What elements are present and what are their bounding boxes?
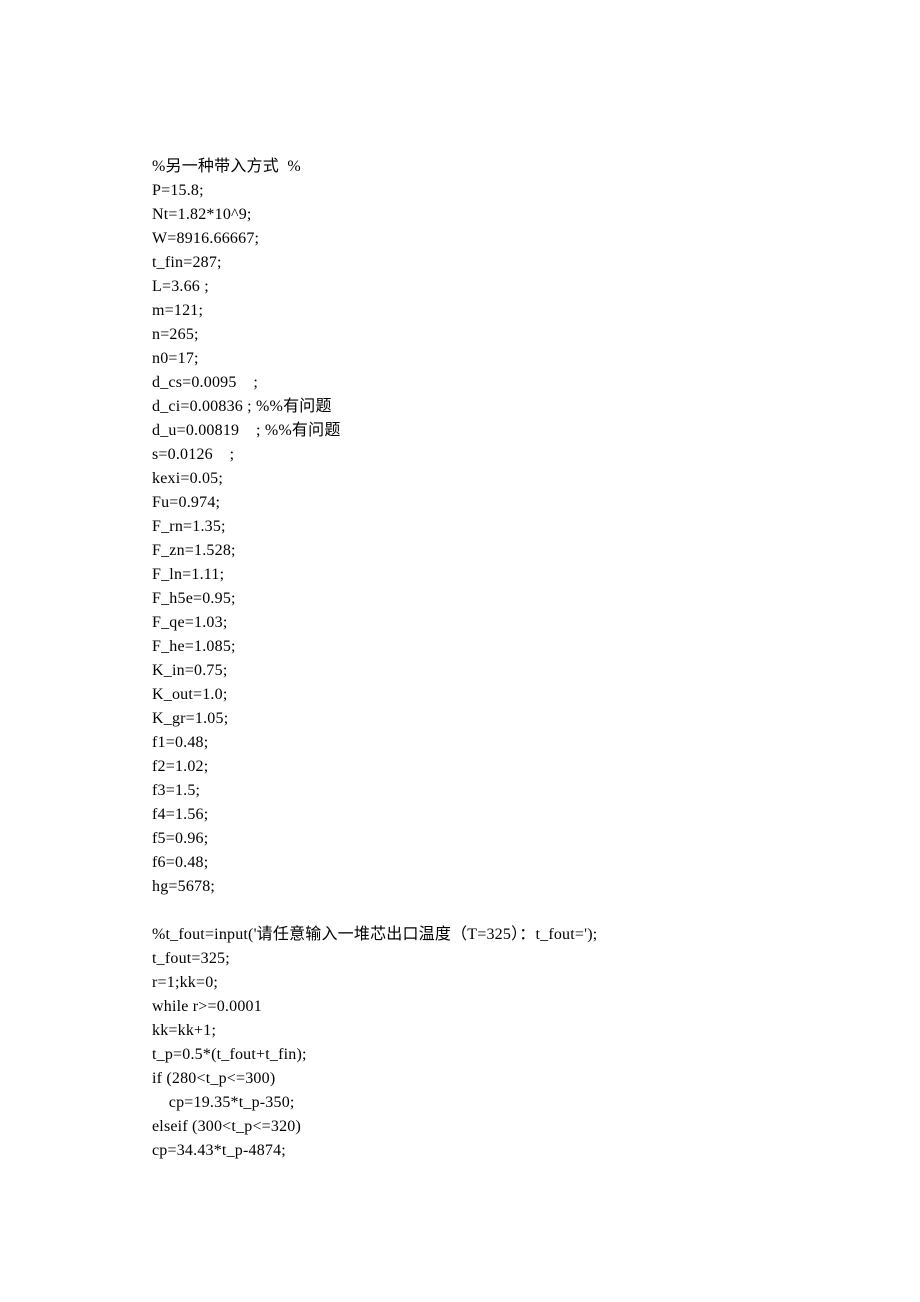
code-line: elseif (300<t_p<=320) [152, 1115, 920, 1139]
code-block: %另一种带入方式 %P=15.8;Nt=1.82*10^9;W=8916.666… [152, 155, 920, 1163]
code-line: K_out=1.0; [152, 683, 920, 707]
code-line: t_fin=287; [152, 251, 920, 275]
code-line: t_p=0.5*(t_fout+t_fin); [152, 1043, 920, 1067]
code-line: d_cs=0.0095 ; [152, 371, 920, 395]
code-line: kexi=0.05; [152, 467, 920, 491]
code-line: Nt=1.82*10^9; [152, 203, 920, 227]
code-line: s=0.0126 ; [152, 443, 920, 467]
code-line: f6=0.48; [152, 851, 920, 875]
code-line: Fu=0.974; [152, 491, 920, 515]
code-line: L=3.66 ; [152, 275, 920, 299]
code-line: K_gr=1.05; [152, 707, 920, 731]
code-line: f2=1.02; [152, 755, 920, 779]
code-line: F_rn=1.35; [152, 515, 920, 539]
code-line: P=15.8; [152, 179, 920, 203]
code-line: F_ln=1.11; [152, 563, 920, 587]
code-line: n0=17; [152, 347, 920, 371]
code-line: f5=0.96; [152, 827, 920, 851]
code-line: if (280<t_p<=300) [152, 1067, 920, 1091]
code-line: d_u=0.00819 ; %%有问题 [152, 419, 920, 443]
document-page: %另一种带入方式 %P=15.8;Nt=1.82*10^9;W=8916.666… [0, 0, 920, 1302]
code-line: %t_fout=input('请任意输入一堆芯出口温度（T=325）：t_fou… [152, 923, 920, 947]
blank-line [152, 899, 920, 923]
code-line: n=265; [152, 323, 920, 347]
code-line: hg=5678; [152, 875, 920, 899]
code-line: cp=19.35*t_p-350; [152, 1091, 920, 1115]
code-line: kk=kk+1; [152, 1019, 920, 1043]
code-line: t_fout=325; [152, 947, 920, 971]
code-line: d_ci=0.00836 ; %%有问题 [152, 395, 920, 419]
code-line: F_zn=1.528; [152, 539, 920, 563]
code-line: F_qe=1.03; [152, 611, 920, 635]
code-line: f4=1.56; [152, 803, 920, 827]
code-line: while r>=0.0001 [152, 995, 920, 1019]
code-line: r=1;kk=0; [152, 971, 920, 995]
code-line: f3=1.5; [152, 779, 920, 803]
code-line: K_in=0.75; [152, 659, 920, 683]
code-line: m=121; [152, 299, 920, 323]
code-line: %另一种带入方式 % [152, 155, 920, 179]
code-line: cp=34.43*t_p-4874; [152, 1139, 920, 1163]
code-line: F_he=1.085; [152, 635, 920, 659]
code-line: f1=0.48; [152, 731, 920, 755]
code-line: F_h5e=0.95; [152, 587, 920, 611]
code-line: W=8916.66667; [152, 227, 920, 251]
